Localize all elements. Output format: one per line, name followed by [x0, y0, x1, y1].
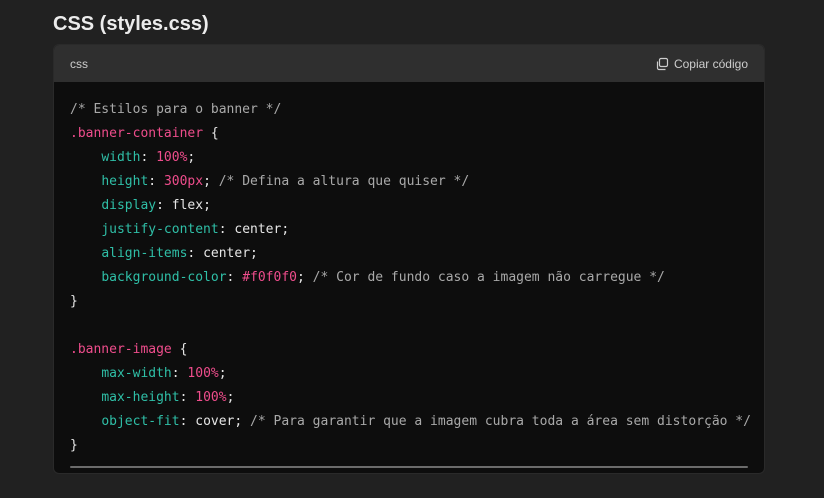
code-punctuation: { [203, 126, 219, 141]
code-punctuation: : [218, 222, 235, 237]
css-value: cover [195, 414, 235, 429]
css-property: background-color [101, 270, 227, 285]
code-line: background-color: #f0f0f0; /* Cor de fun… [70, 266, 764, 290]
css-property: max-height [101, 390, 180, 405]
css-selector: .banner-image [70, 342, 172, 357]
code-punctuation: ; [218, 366, 227, 381]
code-punctuation: } [70, 438, 78, 453]
code-punctuation: ; [234, 414, 251, 429]
code-block: css Copiar código /* Estilos para o bann… [53, 44, 765, 474]
code-line: max-height: 100%; [70, 386, 764, 410]
code-punctuation: ; [203, 198, 211, 213]
code-line: width: 100%; [70, 146, 764, 170]
css-color-value: #f0f0f0 [242, 270, 297, 285]
code-punctuation: : [148, 174, 164, 189]
code-punctuation: ; [250, 246, 258, 261]
code-punctuation: : [171, 366, 188, 381]
css-property: display [101, 198, 157, 213]
css-selector: .banner-container [70, 126, 204, 141]
css-value: flex [171, 198, 204, 213]
code-comment: /* Para garantir que a imagem cubra toda… [250, 414, 751, 429]
code-punctuation: ; [297, 270, 313, 285]
css-property: height [101, 174, 149, 189]
code-punctuation: : [187, 246, 204, 261]
code-punctuation [70, 198, 101, 213]
code-punctuation [70, 174, 101, 189]
css-value: center [203, 246, 251, 261]
code-punctuation [70, 366, 101, 381]
code-punctuation: : [156, 198, 172, 213]
code-line: height: 300px; /* Defina a altura que qu… [70, 170, 764, 194]
code-punctuation: ; [203, 174, 219, 189]
code-punctuation: { [171, 342, 188, 357]
copy-code-button[interactable]: Copiar código [655, 57, 748, 71]
code-line: .banner-image { [70, 338, 764, 362]
code-punctuation: : [179, 390, 196, 405]
code-line: } [70, 290, 764, 314]
code-content: /* Estilos para o banner */ .banner-conta… [70, 98, 764, 458]
code-punctuation [70, 222, 101, 237]
code-line: .banner-container { [70, 122, 764, 146]
code-line: justify-content: center; [70, 218, 764, 242]
css-number: 300px [163, 174, 204, 189]
code-punctuation: : [140, 150, 157, 165]
code-punctuation [70, 150, 101, 165]
copy-icon [655, 57, 669, 71]
code-punctuation: : [226, 270, 243, 285]
css-value: center [234, 222, 282, 237]
code-comment: /* Estilos para o banner */ [70, 102, 282, 117]
code-punctuation [70, 414, 101, 429]
code-punctuation [70, 390, 101, 405]
horizontal-scrollbar[interactable] [70, 466, 748, 468]
css-property: justify-content [101, 222, 219, 237]
code-body[interactable]: /* Estilos para o banner */ .banner-conta… [54, 82, 764, 473]
code-line: /* Estilos para o banner */ [70, 98, 764, 122]
copy-code-label: Copiar código [673, 56, 748, 71]
code-line: } [70, 434, 764, 458]
code-line: max-width: 100%; [70, 362, 764, 386]
code-punctuation: ; [187, 150, 196, 165]
css-number: 100% [195, 390, 227, 405]
code-punctuation: ; [281, 222, 290, 237]
css-property: width [101, 150, 141, 165]
code-punctuation: } [70, 294, 78, 309]
code-line: display: flex; [70, 194, 764, 218]
css-property: object-fit [101, 414, 180, 429]
code-punctuation: : [179, 414, 196, 429]
code-punctuation [70, 246, 101, 261]
code-language-label: css [70, 56, 88, 71]
code-comment: /* Defina a altura que quiser */ [218, 174, 470, 189]
css-property: max-width [101, 366, 172, 381]
css-property: align-items [101, 246, 188, 261]
code-line: object-fit: cover; /* Para garantir que … [70, 410, 764, 434]
code-punctuation: ; [226, 390, 235, 405]
code-header: css Copiar código [54, 45, 764, 82]
css-number: 100% [156, 150, 188, 165]
section-heading: CSS (styles.css) [53, 13, 209, 35]
code-line: align-items: center; [70, 242, 764, 266]
code-punctuation [70, 270, 101, 285]
css-number: 100% [187, 366, 219, 381]
code-comment: /* Cor de fundo caso a imagem não carreg… [312, 270, 665, 285]
